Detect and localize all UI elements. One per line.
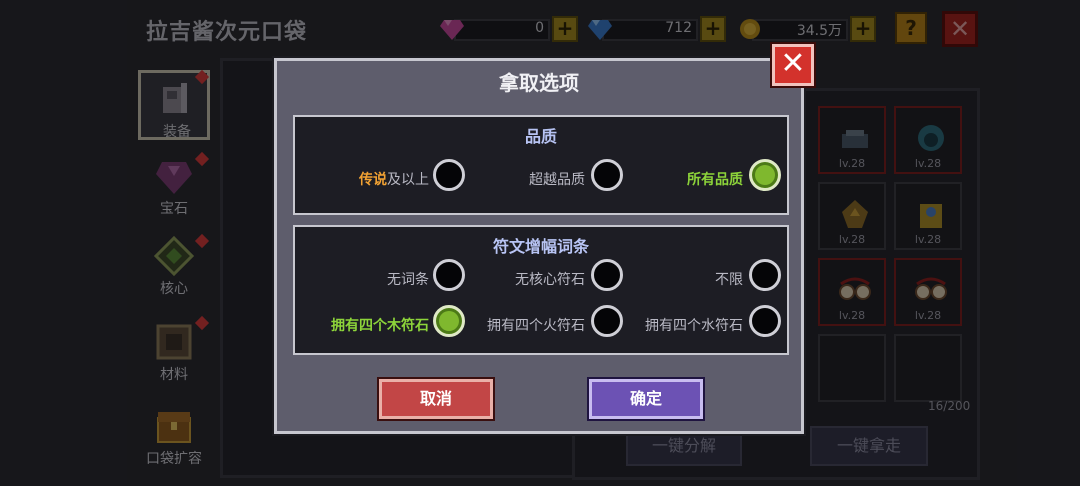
rune-option-label: 无核心符石 bbox=[515, 272, 585, 288]
take-options-dialog: 拿取选项 品质 传说及以上 超越品质 所有品质 符文增幅词条 无词条 无核心符石… bbox=[274, 58, 804, 434]
rune-no-core-radio[interactable] bbox=[591, 259, 623, 291]
quality-title: 品质 bbox=[524, 127, 557, 146]
rune-any-radio[interactable] bbox=[749, 259, 781, 291]
quality-all-radio[interactable] bbox=[749, 159, 781, 191]
quality-option-label: 超越品质 bbox=[529, 172, 585, 188]
rune-option-label: 拥有四个火符石 bbox=[487, 318, 585, 334]
rune-four-water-radio[interactable] bbox=[749, 305, 781, 337]
rune-option-label: 不限 bbox=[715, 272, 743, 288]
quality-transcend-radio[interactable] bbox=[591, 159, 623, 191]
rune-four-wood-radio[interactable] bbox=[433, 305, 465, 337]
rune-four-fire-radio[interactable] bbox=[591, 305, 623, 337]
quality-section: 品质 传说及以上 超越品质 所有品质 bbox=[293, 115, 789, 215]
cancel-button[interactable]: 取消 bbox=[379, 379, 493, 419]
quality-option-legendary-label: 传说及以上 bbox=[359, 172, 429, 188]
rune-title: 符文增幅词条 bbox=[492, 237, 589, 256]
confirm-button[interactable]: 确定 bbox=[589, 379, 703, 419]
dialog-title: 拿取选项 bbox=[499, 71, 579, 95]
quality-legendary-radio[interactable] bbox=[433, 159, 465, 191]
rune-option-label: 拥有四个木符石 bbox=[331, 318, 429, 334]
rune-option-label: 拥有四个水符石 bbox=[645, 318, 743, 334]
rune-none-radio[interactable] bbox=[433, 259, 465, 291]
rune-option-label: 无词条 bbox=[387, 272, 429, 288]
quality-option-label: 所有品质 bbox=[687, 172, 743, 188]
close-dialog-button[interactable]: ✕ bbox=[772, 44, 814, 86]
rune-section: 符文增幅词条 无词条 无核心符石 不限 拥有四个木符石 拥有四个火符石 拥有四个… bbox=[293, 225, 789, 355]
